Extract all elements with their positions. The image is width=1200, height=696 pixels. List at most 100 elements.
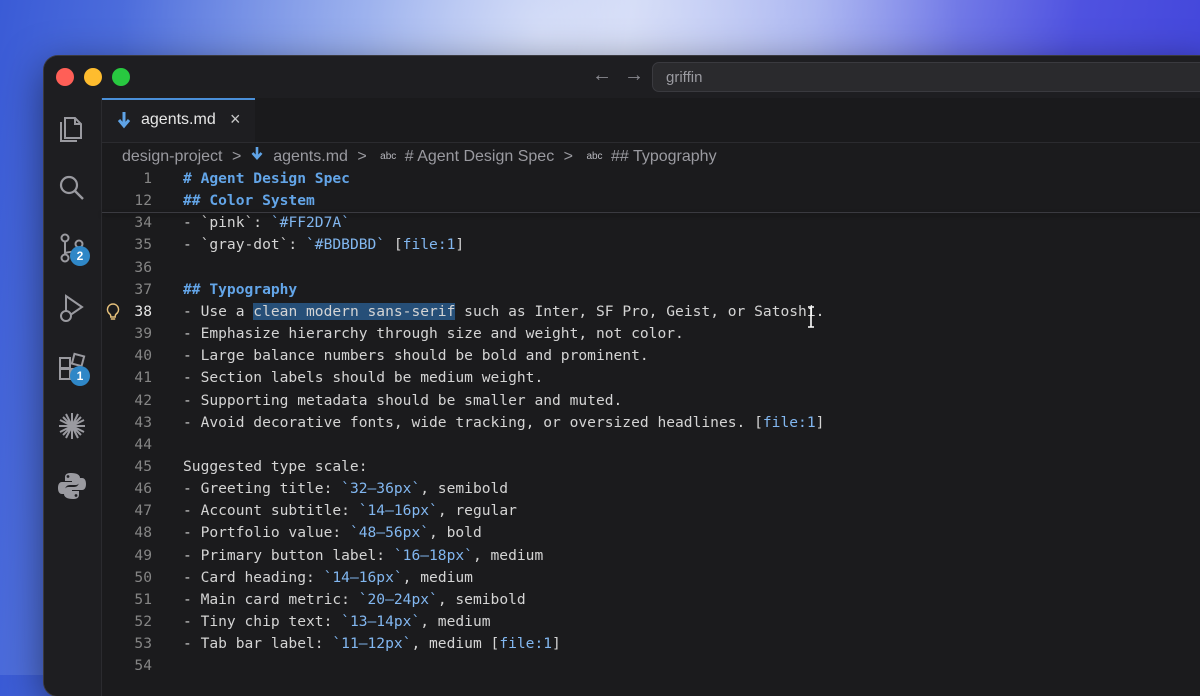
code-text: - Tab bar label: `11–12px`, medium [file… [183,633,561,655]
code-line[interactable]: 42 - Supporting metadata should be smalle… [102,390,1200,412]
line-text: ] [552,635,561,653]
breadcrumb: design-project > agents.md > abc # Agent… [122,146,717,168]
code-line[interactable]: 50 - Card heading: `14–16px`, medium [102,567,1200,589]
line-number: 12 [134,192,152,210]
code-line[interactable]: 35 - `gray-dot`: `#BDBDBD` [file:1] [102,234,1200,256]
code-line[interactable]: 34 - `pink`: `#FF2D7A` [102,212,1200,234]
code-text: Suggested type scale: [183,456,368,478]
line-text: , medium [ [411,635,500,653]
breadcrumb-subsection[interactable]: ## Typography [611,148,717,166]
code-line[interactable]: 53 - Tab bar label: `11–12px`, medium [fi… [102,633,1200,655]
title-bar: ← → griffin [44,56,1200,98]
inline-code: `11–12px` [332,635,412,653]
line-number: 51 [134,590,152,608]
lightbulb-icon[interactable] [106,303,120,325]
code-line[interactable]: 51 - Main card metric: `20–24px`, semibol… [102,589,1200,611]
markdown-heading: ## Color System [183,192,315,210]
line-text: - Portfolio value: [183,524,350,542]
line-text: such as Inter, SF Pro, Geist, or Satoshi… [455,302,825,320]
inline-code: `13–14px` [341,613,421,630]
code-line[interactable]: 40 - Large balance numbers should be bold… [102,345,1200,367]
file-reference-link[interactable]: file:1 [403,236,456,253]
line-text: - Primary button label: [183,546,394,564]
inline-code: `32–36px` [341,480,421,498]
line-text: , regular [437,502,517,520]
markdown-file-icon [117,110,131,135]
file-reference-link[interactable]: file:1 [499,635,552,652]
code-line[interactable]: 44 [102,434,1200,456]
line-text: - `pink`: [183,214,271,232]
line-text: - Section labels should be medium weight… [183,369,544,387]
code-line[interactable]: 37 ## Typography [102,279,1200,301]
inline-code: `20–24px` [358,590,438,608]
code-line[interactable]: 46 - Greeting title: `32–36px`, semibold [102,478,1200,500]
breadcrumb-folder[interactable]: design-project [122,148,223,166]
source-control-badge: 2 [70,246,90,266]
code-text: - `pink`: `#FF2D7A` [183,212,350,234]
explorer-icon[interactable] [56,112,88,144]
minimize-window-button[interactable] [84,68,102,86]
string-symbol-icon: abc [586,151,603,162]
breadcrumb-section[interactable]: # Agent Design Spec [405,148,554,166]
selected-text[interactable]: clean modern sans-serif [253,302,456,320]
code-text: ## Color System [183,190,315,212]
line-number: 1 [143,170,152,187]
line-text: - Main card metric: [183,590,359,608]
inline-code: `48–56px` [349,524,430,542]
line-number: 40 [134,347,152,365]
tab-agents-md[interactable]: agents.md × [102,98,255,142]
code-text: - Large balance numbers should be bold a… [183,345,649,367]
file-reference-link[interactable]: file:1 [763,414,816,431]
editor-text-area[interactable]: 1 # Agent Design Spec 12 ## Color System 34 -… [102,168,1200,696]
line-text: , medium [402,568,473,586]
code-line[interactable]: 45 Suggested type scale: [102,456,1200,478]
code-line[interactable]: 41 - Section labels should be medium weig… [102,367,1200,389]
search-icon[interactable] [56,172,88,204]
breadcrumb-file[interactable]: agents.md [273,148,348,166]
inline-code: `16–18px` [393,546,473,564]
chevron-right-icon: > [231,147,242,165]
line-text: , bold [429,524,482,542]
line-number: 37 [134,280,152,298]
back-arrow-icon[interactable]: ← [592,64,612,87]
close-window-button[interactable] [56,68,74,86]
code-line[interactable]: 12 ## Color System [102,190,1200,212]
code-line[interactable]: 52 - Tiny chip text: `13–14px`, medium [102,611,1200,633]
maximize-window-button[interactable] [112,68,130,86]
code-line[interactable]: 54 [102,655,1200,677]
line-text: ] [815,413,825,431]
sticky-scroll-divider [102,212,1200,213]
code-text: # Agent Design Spec [183,168,350,190]
line-number: 43 [134,413,152,431]
code-line[interactable]: 48 - Portfolio value: `48–56px`, bold [102,522,1200,544]
code-line[interactable]: 43 - Avoid decorative fonts, wide trackin… [102,412,1200,434]
code-text: - Emphasize hierarchy through size and w… [183,323,684,345]
command-center-search[interactable]: griffin [652,62,1200,92]
code-line[interactable]: 47 - Account subtitle: `14–16px`, regular [102,500,1200,522]
code-line[interactable]: 38- Use a clean modern sans-serif such a… [102,301,1200,323]
line-text: - Use a [183,302,254,320]
sparkle-icon[interactable] [56,410,88,442]
inline-code: `14–16px` [323,568,403,586]
code-text: - Account subtitle: `14–16px`, regular [183,500,517,522]
string-symbol-icon: abc [380,151,397,162]
line-text: , semibold [420,480,509,498]
python-icon[interactable] [56,470,88,502]
code-line[interactable]: 36 [102,257,1200,279]
inline-code: `#BDBDBD` [306,236,386,254]
code-line[interactable]: 49 - Primary button label: `16–18px`, med… [102,545,1200,567]
code-line[interactable]: 39 - Emphasize hierarchy through size and… [102,323,1200,345]
line-text: - Large balance numbers should be bold a… [183,347,649,365]
line-number: 50 [134,568,152,586]
markdown-heading: # Agent Design Spec [183,170,350,187]
activity-bar: 2 1 [44,98,102,696]
tab-label: agents.md [141,111,216,128]
code-text: - Supporting metadata should be smaller … [183,390,622,412]
inline-code: `#FF2D7A` [270,214,350,232]
code-text: - Section labels should be medium weight… [183,367,543,389]
run-debug-icon[interactable] [56,292,88,324]
forward-arrow-icon[interactable]: → [624,64,644,87]
code-line[interactable]: 1 # Agent Design Spec [102,168,1200,190]
close-icon[interactable]: × [230,109,241,130]
tab-bar: agents.md × [102,98,1200,143]
